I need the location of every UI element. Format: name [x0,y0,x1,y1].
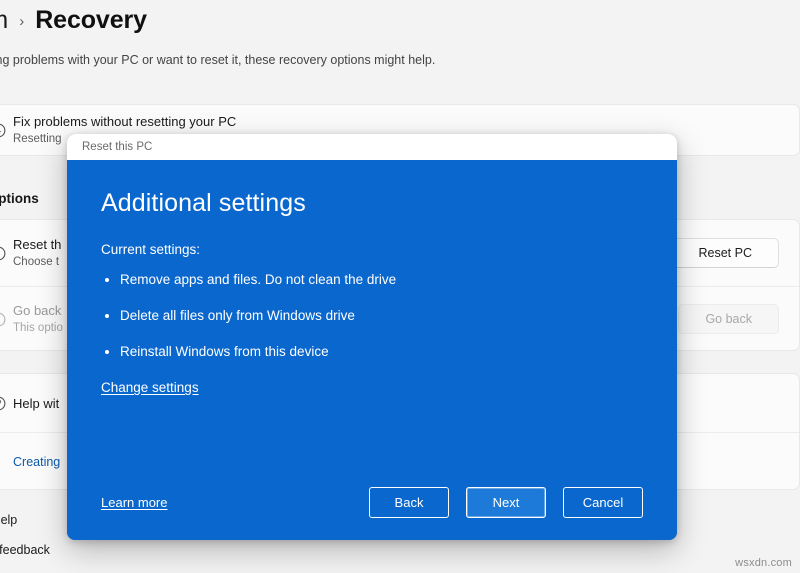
dialog-body: Additional settings Current settings: Re… [67,160,677,540]
next-button[interactable]: Next [466,487,546,518]
wrench-icon [0,122,13,139]
row-action-container: Reset PC [671,238,779,268]
list-item: Remove apps and files. Do not clean the … [101,271,643,289]
dialog-button-group: Back Next Cancel [369,487,643,518]
page-subtitle: re having problems with your PC or want … [0,53,436,67]
get-help-link[interactable]: Get help [0,505,50,535]
row-title: Fix problems without resetting your PC [13,114,237,129]
learn-more-link[interactable]: Learn more [101,495,167,510]
breadcrumb-separator-icon: › [19,13,25,30]
row-action-container: Go back [678,304,779,334]
give-feedback-link[interactable]: Give feedback [0,535,50,565]
back-button[interactable]: Back [369,487,449,518]
watermark: wsxdn.com [735,557,792,569]
goback-icon [0,311,13,328]
dialog-titlebar[interactable]: Reset this PC [67,134,677,160]
go-back-button: Go back [678,304,779,334]
footer-links: Get help Give feedback [0,505,50,565]
help-icon [0,395,13,412]
reset-pc-button[interactable]: Reset PC [671,238,779,268]
list-item: Delete all files only from Windows drive [101,307,643,325]
change-settings-link[interactable]: Change settings [101,380,199,395]
section-heading-recovery-options: ery options [0,191,39,206]
breadcrumb: stem › Recovery [0,6,147,35]
creating-link[interactable]: Creating [13,455,60,469]
cancel-button[interactable]: Cancel [563,487,643,518]
screenshot-root: stem › Recovery re having problems with … [0,0,800,573]
list-item: Reinstall Windows from this device [101,343,643,361]
dialog-title: Reset this PC [82,141,153,153]
dialog-footer: Learn more Back Next Cancel [67,487,677,518]
reset-this-pc-dialog: Reset this PC Additional settings Curren… [67,134,677,540]
dialog-heading: Additional settings [101,189,306,217]
current-settings-list: Remove apps and files. Do not clean the … [101,271,643,361]
current-settings-label: Current settings: [101,242,201,257]
reset-icon [0,245,13,262]
breadcrumb-parent[interactable]: stem [0,6,8,35]
page-title: Recovery [35,6,147,34]
